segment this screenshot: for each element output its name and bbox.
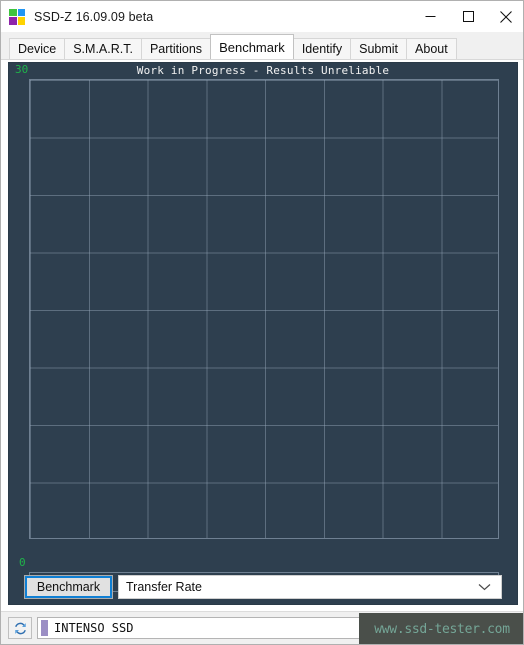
maximize-button[interactable] (449, 1, 487, 32)
tab-label: Identify (301, 42, 343, 56)
quit-button[interactable]: Quit (445, 616, 517, 640)
window-controls (411, 1, 523, 32)
chevron-down-icon (478, 583, 491, 591)
chart-y-axis-min-label: 0 (19, 556, 26, 569)
tab-about[interactable]: About (406, 38, 457, 59)
refresh-icon[interactable] (8, 617, 32, 639)
device-name-value: INTENSO SSD (54, 621, 134, 635)
benchmark-panel: Work in Progress - Results Unreliable 30… (8, 62, 518, 605)
chart-y-axis-max-label: 30 (15, 63, 29, 76)
tab-label: Partitions (149, 42, 203, 56)
chart-warning-text: Work in Progress - Results Unreliable (136, 64, 390, 77)
app-window: SSD-Z 16.09.09 beta Device S.M.A.R.T. Pa… (0, 0, 524, 645)
tab-label: Benchmark (219, 39, 285, 55)
title-bar: SSD-Z 16.09.09 beta (1, 1, 523, 32)
device-indicator-icon (41, 620, 48, 636)
benchmark-mode-select[interactable]: Transfer Rate (118, 575, 502, 599)
tab-smart[interactable]: S.M.A.R.T. (64, 38, 142, 59)
tab-benchmark[interactable]: Benchmark (210, 34, 294, 59)
close-button[interactable] (487, 1, 523, 32)
benchmark-mode-value: Transfer Rate (126, 580, 202, 594)
tab-label: About (415, 42, 448, 56)
window-title: SSD-Z 16.09.09 beta (34, 9, 154, 24)
tab-label: Device (18, 42, 57, 56)
tab-strip: Device S.M.A.R.T. Partitions Benchmark I… (1, 32, 523, 60)
chart-plot-area[interactable] (29, 79, 499, 539)
tab-partitions[interactable]: Partitions (140, 38, 212, 59)
status-button-primary[interactable] (359, 616, 437, 640)
chart-header: Work in Progress - Results Unreliable (9, 64, 517, 79)
benchmark-button[interactable]: Benchmark (24, 575, 113, 599)
tab-submit[interactable]: Submit (350, 38, 408, 59)
status-bar: INTENSO SSD Quit (1, 611, 523, 644)
tab-label: S.M.A.R.T. (73, 42, 133, 56)
tab-label: Submit (359, 42, 399, 56)
tab-identify[interactable]: Identify (292, 38, 352, 59)
tab-device[interactable]: Device (9, 38, 66, 59)
minimize-button[interactable] (411, 1, 449, 32)
ssdz-logo-icon (9, 8, 25, 25)
